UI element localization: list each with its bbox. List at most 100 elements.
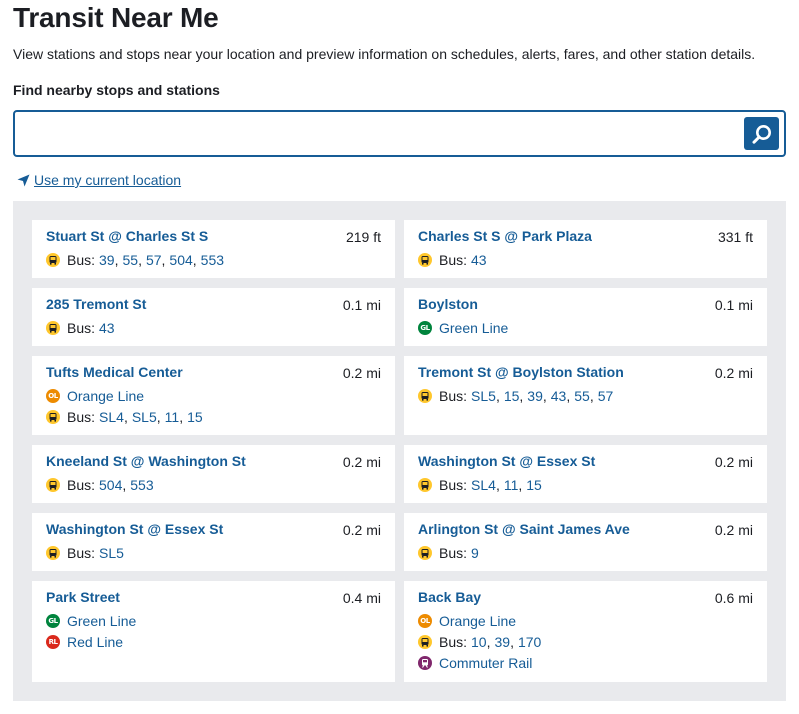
- stop-distance: 0.2 mi: [714, 454, 753, 470]
- route-link[interactable]: SL4: [471, 477, 496, 493]
- route-link[interactable]: 57: [146, 252, 162, 268]
- page-title: Transit Near Me: [13, 2, 219, 33]
- route-link[interactable]: SL4: [99, 409, 124, 425]
- search-box: [13, 110, 786, 157]
- route-link[interactable]: 9: [471, 545, 479, 561]
- route-link[interactable]: 553: [201, 252, 224, 268]
- route-link[interactable]: 11: [165, 409, 180, 425]
- route-link[interactable]: Orange Line: [67, 388, 144, 404]
- stop-distance: 0.2 mi: [342, 454, 381, 470]
- stop-name-link[interactable]: Boylston: [418, 296, 478, 312]
- route-link[interactable]: 10: [471, 634, 487, 650]
- route-link[interactable]: 15: [504, 388, 520, 404]
- stop-distance: 0.2 mi: [342, 365, 381, 381]
- route-link[interactable]: 15: [187, 409, 203, 425]
- stop-name-link[interactable]: Park Street: [46, 589, 120, 605]
- route-separator: ,: [179, 408, 184, 425]
- route-link[interactable]: 43: [471, 252, 487, 268]
- stop-name-link[interactable]: 285 Tremont St: [46, 296, 146, 312]
- route-line: GL Green Line: [46, 613, 381, 629]
- route-separator: ,: [114, 251, 119, 268]
- stop-card: Back Bay 0.6 mi OL Orange Line Bus: 10, 39, 170…: [404, 581, 767, 682]
- route-link[interactable]: 170: [518, 634, 541, 650]
- route-separator: ,: [122, 476, 127, 493]
- route-link[interactable]: Red Line: [67, 634, 123, 650]
- route-link[interactable]: 11: [504, 477, 519, 493]
- red-line-icon: RL: [46, 634, 60, 649]
- route-line: OL Orange Line: [418, 613, 753, 629]
- stop-name-link[interactable]: Back Bay: [418, 589, 481, 605]
- route-link[interactable]: 39: [527, 388, 543, 404]
- route-mode-label: Bus:: [67, 319, 96, 336]
- stop-name-link[interactable]: Kneeland St @ Washington St: [46, 453, 246, 469]
- route-link[interactable]: 504: [99, 477, 122, 493]
- route-line: Bus: SL5: [46, 545, 381, 561]
- orange-line-icon-badge: OL: [46, 388, 60, 403]
- red-line-icon-badge: RL: [46, 634, 60, 649]
- bus-icon: [418, 388, 432, 403]
- location-arrow-icon: [17, 174, 30, 186]
- stop-name-link[interactable]: Washington St @ Essex St: [418, 453, 595, 469]
- stop-name-link[interactable]: Tufts Medical Center: [46, 364, 183, 380]
- stop-name-link[interactable]: Charles St S @ Park Plaza: [418, 228, 592, 244]
- route-link[interactable]: SL5: [132, 409, 157, 425]
- route-separator: ,: [518, 476, 523, 493]
- stop-name-link[interactable]: Arlington St @ Saint James Ave: [418, 521, 630, 537]
- route-link[interactable]: Commuter Rail: [439, 655, 532, 671]
- search-button[interactable]: [744, 117, 779, 150]
- bus-icon: [46, 252, 60, 267]
- route-line: RL Red Line: [46, 634, 381, 650]
- route-line: Bus: SL4, SL5, 11, 15: [46, 408, 381, 425]
- bus-icon: [418, 545, 432, 560]
- route-link[interactable]: SL5: [471, 388, 496, 404]
- route-link[interactable]: 39: [494, 634, 510, 650]
- route-line: Bus: 39, 55, 57, 504, 553: [46, 251, 381, 268]
- route-mode-label: Bus:: [439, 633, 468, 650]
- bus-icon: [46, 477, 60, 492]
- route-link[interactable]: Orange Line: [439, 613, 516, 629]
- route-separator: ,: [123, 408, 128, 425]
- bus-icon: [46, 545, 60, 560]
- route-link[interactable]: Green Line: [67, 613, 136, 629]
- use-location[interactable]: Use my current location: [17, 172, 181, 188]
- route-link[interactable]: 43: [551, 388, 567, 404]
- route-link[interactable]: 55: [574, 388, 590, 404]
- route-line: Commuter Rail: [418, 655, 753, 671]
- bus-icon: [46, 409, 60, 424]
- route-separator: ,: [161, 251, 166, 268]
- route-link[interactable]: 55: [122, 252, 138, 268]
- search-input[interactable]: [19, 116, 739, 151]
- stop-card: Washington St @ Essex St 0.2 mi Bus: SL5: [32, 513, 395, 571]
- stop-distance: 0.2 mi: [714, 522, 753, 538]
- route-link[interactable]: 39: [99, 252, 115, 268]
- stop-distance: 0.1 mi: [342, 297, 381, 313]
- route-mode-label: Bus:: [67, 408, 96, 425]
- route-link[interactable]: 553: [130, 477, 153, 493]
- route-line: Bus: 43: [418, 252, 753, 268]
- stop-distance: 0.1 mi: [714, 297, 753, 313]
- stop-card: Boylston 0.1 mi GL Green Line: [404, 288, 767, 346]
- route-separator: ,: [589, 387, 594, 404]
- stop-name-link[interactable]: Washington St @ Essex St: [46, 521, 223, 537]
- intro-text: View stations and stops near your locati…: [13, 46, 756, 62]
- use-location-link[interactable]: Use my current location: [34, 172, 181, 188]
- stop-distance: 0.4 mi: [342, 590, 381, 606]
- route-separator: ,: [486, 633, 491, 650]
- orange-line-icon: OL: [46, 388, 60, 403]
- route-link[interactable]: 504: [169, 252, 192, 268]
- stop-card: 285 Tremont St 0.1 mi Bus: 43: [32, 288, 395, 346]
- route-separator: ,: [566, 387, 571, 404]
- route-line: Bus: SL4, 11, 15: [418, 476, 753, 493]
- route-link[interactable]: 43: [99, 320, 115, 336]
- route-link[interactable]: 57: [598, 388, 614, 404]
- stop-card: Stuart St @ Charles St S 219 ft Bus: 39, 55,…: [32, 220, 395, 278]
- search-label: Find nearby stops and stations: [13, 82, 220, 98]
- route-link[interactable]: 15: [526, 477, 542, 493]
- route-line: Bus: 504, 553: [46, 476, 381, 493]
- stop-name-link[interactable]: Tremont St @ Boylston Station: [418, 364, 624, 380]
- stop-card: Washington St @ Essex St 0.2 mi Bus: SL4, 11…: [404, 445, 767, 503]
- route-mode-label: Bus:: [439, 544, 468, 561]
- route-link[interactable]: Green Line: [439, 320, 508, 336]
- stop-name-link[interactable]: Stuart St @ Charles St S: [46, 228, 208, 244]
- route-link[interactable]: SL5: [99, 545, 124, 561]
